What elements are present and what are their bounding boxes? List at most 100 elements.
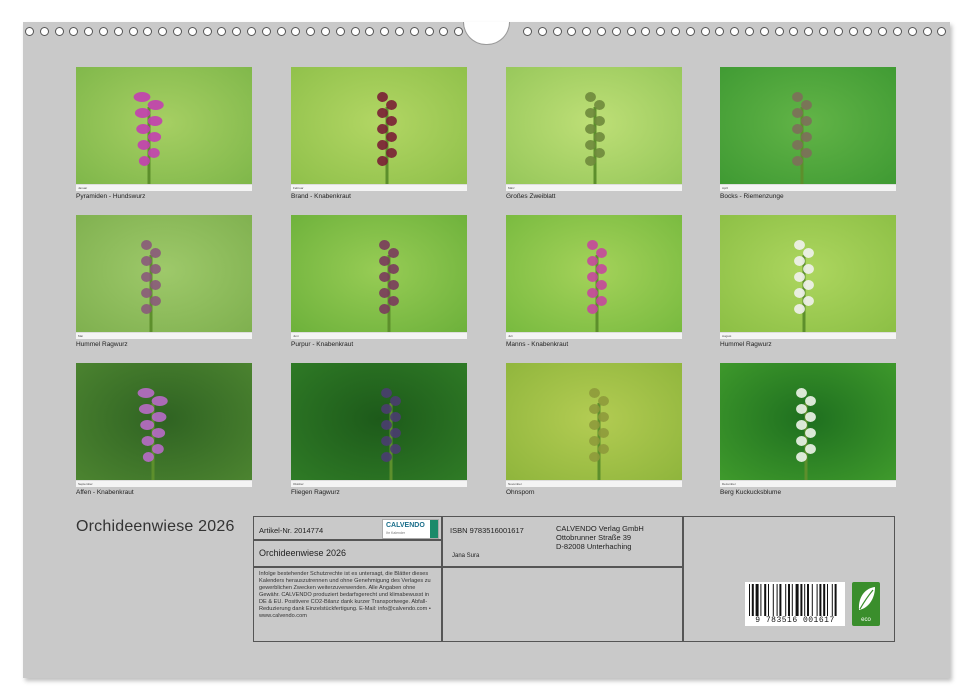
ring-hole [454,27,464,36]
fly-orchid-icon [291,363,467,487]
bee-orchid-icon [76,215,252,339]
ring-hole [291,27,301,36]
ring-hole [774,27,784,36]
ring-hole [158,27,168,36]
isbn: ISBN 9783516001617 [450,526,524,535]
logo-subtext: Ihr Kalender [386,531,406,535]
orchid-photo: Oktober [291,363,467,487]
ring-hole [173,27,182,36]
ring-hole [833,27,843,36]
orchid-photo: Dezember [720,363,896,487]
publisher-line: Ottobrunner Straße 39 [556,533,632,542]
photo-caption: Pyramiden - Hundswurz [76,193,146,200]
orchid-photo: Februar [291,67,467,191]
orchid-photo: Mai [76,215,252,339]
info-divider [253,566,683,568]
photo-caption: Manns - Knabenkraut [506,341,569,348]
info-divider [441,516,443,642]
info-title: Orchideenwiese 2026 [259,548,347,558]
photo-caption: Hummel Ragwurz [76,341,128,348]
ring-hole [907,27,917,36]
article-number: Artikel-Nr. 2014774 [259,526,324,535]
month-label: September [78,482,93,486]
ring-hole [789,27,799,36]
publisher-line: CALVENDO Verlag GmbH [556,524,644,533]
early-purple-orchid-icon [506,215,682,339]
ring-hole [39,27,49,36]
month-label: Juli [508,334,513,338]
info-divider [682,516,684,642]
barcode: 9 783516 001617 [745,582,845,626]
leaf-icon [858,587,875,610]
ring-hole [848,27,858,36]
month-label: Mai [78,334,83,338]
photo-caption: Fliegen Ragwurz [291,489,340,496]
calendar-title: Orchideenwiese 2026 [76,518,235,535]
photo-caption: Brand - Knabenkraut [291,193,351,200]
man-orchid-icon [506,363,682,487]
month-label: November [508,482,522,486]
info-divider [253,539,442,541]
orchid-photo: Juli [506,215,682,339]
ring-hole [395,27,404,36]
photo-caption: Hummel Ragwurz [720,341,772,348]
ring-hole [759,27,769,36]
ring-hole [922,27,932,36]
eco-badge: eco [852,582,880,626]
ring-hole [626,27,636,36]
ring-hole [523,27,532,36]
ring-hole [409,27,419,36]
month-label: Oktober [293,482,304,486]
ring-hole [745,27,754,36]
publisher-line: D-82008 Unterhaching [556,542,632,551]
month-label: Juni [293,334,299,338]
ring-hole [217,27,227,36]
ring-hole [365,27,375,36]
ring-hole [113,27,123,36]
ring-hole [439,27,449,36]
ring-hole [567,27,577,36]
ring-hole [641,27,651,36]
ring-hole [261,27,271,36]
ring-hole [819,27,828,36]
ring-hole [700,27,710,36]
lady-orchid-icon [291,215,467,339]
month-label: Februar [293,186,304,190]
author: Jana Sura [452,553,480,559]
ring-hole [863,27,873,36]
ring-hole [232,27,242,36]
ring-hole [878,27,888,36]
photo-caption: Berg Kuckucksblume [720,489,782,496]
ring-hole [380,27,390,36]
ring-hole [804,27,814,36]
bee-orchid-pair-icon [720,215,896,339]
ring-hole [84,27,94,36]
ring-hole [656,27,666,36]
lizard-orchid-icon [720,67,896,191]
ring-hole [335,27,345,36]
month-label: April [722,186,729,190]
publisher-address: CALVENDO Verlag GmbH Ottobrunner Straße … [556,524,644,551]
ring-hole [597,27,606,36]
month-label: August [722,334,732,338]
orchid-photo: November [506,363,682,487]
orchid-photo: Januar [76,67,252,191]
orchid-photo: September [76,363,252,487]
ring-hole [276,27,286,36]
ring-hole [247,27,256,36]
twayblade-icon [506,67,682,191]
barcode-digits: 9 783516 001617 [755,616,835,625]
orchid-photo: Juni [291,215,467,339]
month-label: März [508,186,515,190]
ring-hole [25,27,34,36]
ring-hole [937,27,947,36]
ring-hole [143,27,153,36]
ring-hole [54,27,64,36]
orchid-photo: August [720,215,896,339]
burnt-orchid-icon [291,67,467,191]
logo-text: CALVENDO [386,522,425,529]
calvendo-logo: CALVENDO Ihr Kalender [382,519,439,539]
month-label: Dezember [722,482,736,486]
orchid-photo: April [720,67,896,191]
butterfly-orchid-icon [720,363,896,487]
